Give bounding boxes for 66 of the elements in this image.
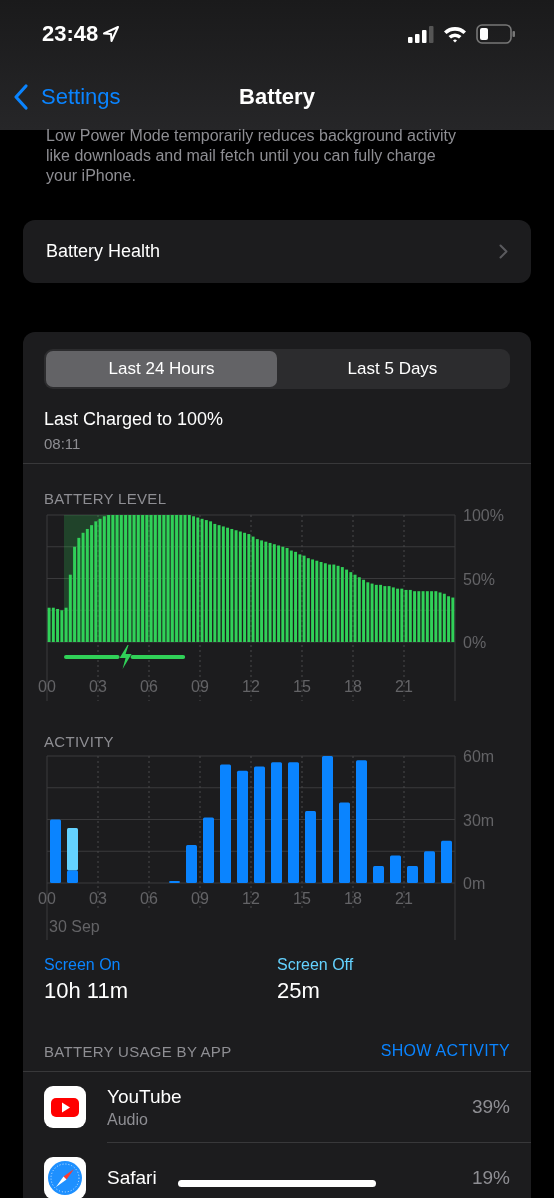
axis-label: 12 [242,678,260,695]
range-tab[interactable]: Last 24 Hours [46,351,277,387]
axis-label: 03 [89,890,107,907]
total-label: Screen Off [277,956,355,974]
app-name: Safari [107,1167,157,1189]
signal-icon [408,25,434,43]
chart-bar [390,855,401,883]
axis-label: 09 [191,890,209,907]
axis-label: 21 [395,678,413,695]
axis-label: 18 [344,890,362,907]
axis-label: 06 [140,678,158,695]
battery-icon [476,24,516,44]
chart-bar [424,851,435,883]
total-value: 10h 11m [44,978,129,1004]
location-icon [102,25,121,43]
status-time: 23:48 [42,21,99,47]
app-name: YouTube [107,1085,182,1108]
axis-label: 0m [463,875,486,892]
back-chevron-icon [13,83,29,111]
axis-label: 15 [293,890,311,907]
axis-label: 00 [38,678,56,695]
axis-label: 06 [140,890,158,907]
axis-label: 30m [463,811,495,829]
range-tab[interactable]: Last 5 Days [277,351,508,387]
chart-bar [50,819,61,883]
usage-percent: 39% [471,1096,510,1118]
chart-bar [373,866,384,883]
chart-title: ACTIVITY [44,733,115,750]
axis-label: 00 [38,890,56,907]
date-label: 30 Sep [49,918,100,935]
axis-label: 100% [463,507,504,524]
chart-bar [305,811,316,883]
total-value: 25m [277,978,321,1004]
axis-label: 0% [463,634,487,651]
axis-label: 50% [463,570,496,588]
wifi-icon [443,25,467,43]
chart-bar [441,840,452,883]
page-title: Battery [239,84,315,110]
axis-label: 15 [293,678,311,695]
battery-health-label: Battery Health [46,241,161,262]
battery-health-row[interactable]: Battery Health [23,220,531,283]
app-row[interactable]: Safari 19% [44,1143,510,1198]
chevron-icon [499,244,508,259]
back-button[interactable]: Settings [0,83,121,111]
last-charged-time: 08:11 [44,435,82,452]
axis-label: 18 [344,678,362,695]
axis-label: 21 [395,890,413,907]
last-charged-title: Last Charged to 100% [44,409,225,430]
low-power-note: Low Power Mode temporarily reduces background activity like downloads and mail fetch until you can fully charge your iPhone. [45,126,457,186]
section-header: BATTERY USAGE BY APP [44,1042,232,1060]
axis-label: 03 [89,678,107,695]
total-label: Screen On [44,956,122,974]
chart-bar [186,844,197,883]
usage-percent: 19% [471,1167,510,1189]
show-activity-link[interactable]: SHOW ACTIVITY [380,1042,510,1060]
axis-label: 12 [242,890,260,907]
play-app-icon [44,1086,86,1128]
chart-bar [203,817,214,883]
compass-app-icon [44,1157,86,1198]
chart-bar [169,880,180,883]
app-detail: Audio [107,1110,149,1129]
app-row[interactable]: YouTube Audio 39% [44,1072,510,1142]
chart-bar [407,866,418,883]
axis-label: 09 [191,678,209,695]
chart-title: BATTERY LEVEL [44,490,168,507]
axis-label: 60m [463,748,495,765]
